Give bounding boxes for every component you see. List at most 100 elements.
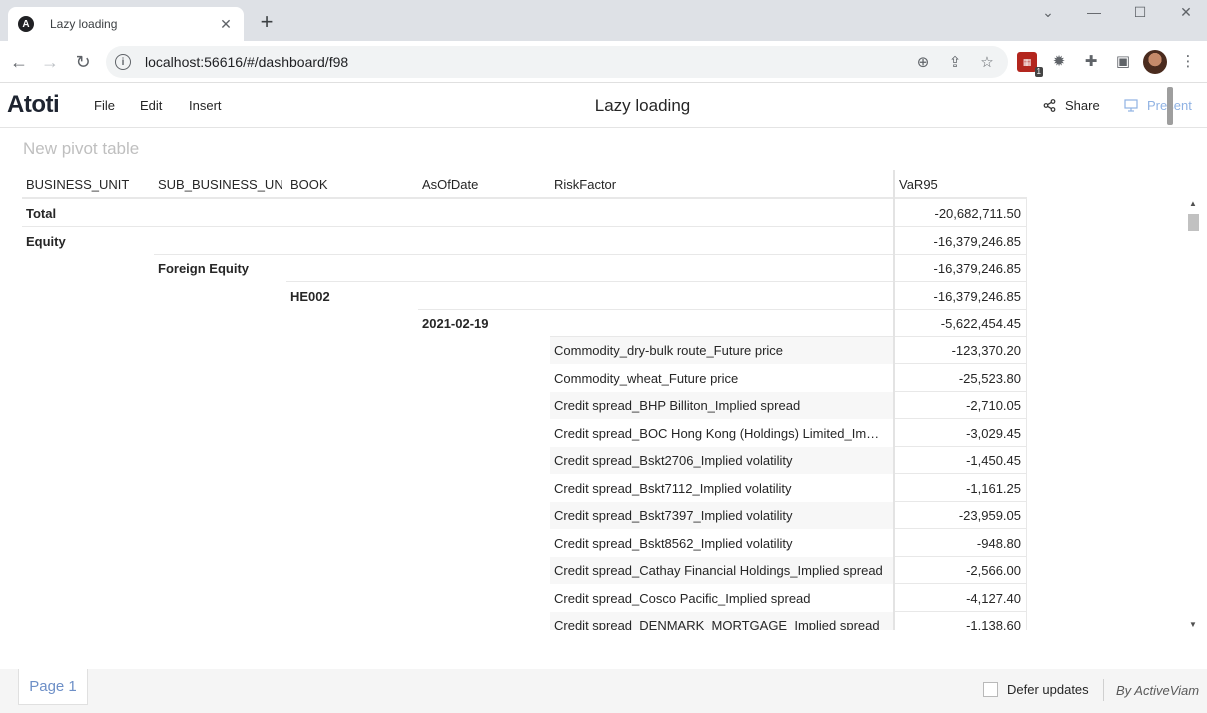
table-row[interactable]: HE002 -16,379,246.85	[22, 283, 1027, 310]
var95-value-cell[interactable]: -1,450.45	[895, 447, 1026, 474]
zoom-icon[interactable]: ⊕	[912, 53, 934, 71]
present-button[interactable]: Present	[1124, 98, 1192, 113]
column-header-riskfactor[interactable]: RiskFactor	[550, 170, 890, 199]
maximize-icon[interactable]: ☐	[1130, 4, 1150, 21]
scroll-down-arrow-icon[interactable]: ▼	[1189, 620, 1197, 629]
forward-arrow-icon[interactable]: →	[39, 51, 61, 73]
kebab-menu-icon[interactable]: ⋮	[1178, 52, 1198, 72]
scrollbar-thumb[interactable]	[1188, 214, 1199, 231]
tab-search-icon[interactable]: ⌄	[1038, 4, 1058, 21]
table-row[interactable]: Commodity_wheat_Future price -25,523.80	[22, 365, 1027, 392]
row-header-cell[interactable]: Credit spread_Cosco Pacific_Implied spre…	[550, 585, 890, 612]
table-row[interactable]: Credit spread_Cosco Pacific_Implied spre…	[22, 585, 1027, 612]
url-text[interactable]: localhost:56616/#/dashboard/f98	[145, 54, 912, 70]
row-header-cell[interactable]: HE002	[286, 283, 546, 310]
column-header-var95[interactable]: VaR95	[895, 170, 1025, 199]
row-header-cell[interactable]: Commodity_wheat_Future price	[550, 365, 890, 392]
table-row[interactable]: Credit spread_Bskt7397_Implied volatilit…	[22, 502, 1027, 529]
gear-extension-icon[interactable]: ✹	[1049, 52, 1069, 72]
value-divider	[895, 226, 1026, 227]
var95-value-cell[interactable]: -3,029.45	[895, 420, 1026, 447]
row-header-cell[interactable]: Credit spread_Bskt8562_Implied volatilit…	[550, 530, 890, 557]
close-tab-icon[interactable]: ✕	[218, 16, 234, 33]
defer-updates-checkbox[interactable]	[983, 682, 998, 697]
browser-tab[interactable]: A Lazy loading ✕	[8, 7, 244, 41]
table-row[interactable]: Credit spread_BHP Billiton_Implied sprea…	[22, 392, 1027, 419]
table-row[interactable]: Credit spread_Bskt7112_Implied volatilit…	[22, 475, 1027, 502]
table-row[interactable]: Credit spread_Bskt2706_Implied volatilit…	[22, 447, 1027, 474]
extension-icon[interactable]: ▦ 1	[1017, 52, 1043, 77]
var95-value-cell[interactable]: -1,138.60	[895, 612, 1026, 630]
var95-value-cell[interactable]: -16,379,246.85	[895, 255, 1026, 282]
var95-value-cell[interactable]: -16,379,246.85	[895, 283, 1026, 310]
var95-value-cell[interactable]: -20,682,711.50	[895, 200, 1026, 227]
var95-value-cell[interactable]: -5,622,454.45	[895, 310, 1026, 337]
pivot-table: BUSINESS_UNIT SUB_BUSINESS_UNIT BOOK AsO…	[22, 170, 1027, 630]
var95-value-cell[interactable]: -123,370.20	[895, 337, 1026, 364]
var95-value-cell[interactable]: -948.80	[895, 530, 1026, 557]
table-row[interactable]: Credit spread_DENMARK_MORTGAGE_Implied s…	[22, 612, 1027, 630]
table-row[interactable]: Credit spread_Bskt8562_Implied volatilit…	[22, 530, 1027, 557]
scroll-up-arrow-icon[interactable]: ▲	[1189, 199, 1197, 208]
site-info-icon[interactable]: i	[115, 54, 131, 70]
var95-value-cell[interactable]: -2,710.05	[895, 392, 1026, 419]
page-tab-1[interactable]: Page 1	[18, 669, 88, 705]
back-arrow-icon[interactable]: ←	[8, 51, 30, 73]
dashboard-footer: Page 1 Defer updates By ActiveViam	[0, 669, 1207, 713]
row-header-cell[interactable]: Credit spread_Bskt7397_Implied volatilit…	[550, 502, 890, 529]
var95-value-cell[interactable]: -25,523.80	[895, 365, 1026, 392]
close-window-icon[interactable]: ✕	[1176, 4, 1196, 21]
var95-value-cell[interactable]: -1,161.25	[895, 475, 1026, 502]
row-header-cell[interactable]: Commodity_dry-bulk route_Future price	[550, 337, 890, 364]
value-divider	[895, 418, 1026, 419]
new-tab-icon[interactable]: +	[256, 11, 278, 33]
profile-avatar[interactable]	[1143, 50, 1167, 74]
row-header-cell[interactable]: Credit spread_BHP Billiton_Implied sprea…	[550, 392, 890, 419]
puzzle-extensions-icon[interactable]: ✚	[1081, 52, 1101, 72]
minimize-icon[interactable]: —	[1084, 4, 1104, 20]
var95-value-cell[interactable]: -4,127.40	[895, 585, 1026, 612]
address-bar[interactable]: i localhost:56616/#/dashboard/f98 ⊕ ⇪ ☆	[106, 46, 1008, 78]
row-header-cell[interactable]: Credit spread_Bskt7112_Implied volatilit…	[550, 475, 890, 502]
table-row[interactable]: Total -20,682,711.50	[22, 200, 1027, 227]
row-header-cell[interactable]: Equity	[22, 228, 282, 255]
share-page-icon[interactable]: ⇪	[944, 53, 966, 71]
table-row[interactable]: 2021-02-19 -5,622,454.45	[22, 310, 1027, 337]
by-activeviam-label: By ActiveViam	[1116, 683, 1200, 698]
var95-value-cell[interactable]: -16,379,246.85	[895, 228, 1026, 255]
side-panel-icon[interactable]: ▣	[1113, 52, 1133, 72]
column-header-business-unit[interactable]: BUSINESS_UNIT	[22, 170, 154, 199]
tab-title: Lazy loading	[50, 17, 118, 31]
share-button[interactable]: Share	[1043, 98, 1100, 113]
var95-value-cell[interactable]: -23,959.05	[895, 502, 1026, 529]
footer-divider	[1103, 679, 1104, 701]
column-header-sub-business-unit[interactable]: SUB_BUSINESS_UNIT	[154, 170, 282, 199]
row-header-cell[interactable]: Foreign Equity	[154, 255, 414, 282]
table-vertical-scrollbar[interactable]: ▲ ▼	[1186, 199, 1201, 629]
row-header-cell[interactable]: Credit spread_Cathay Financial Holdings_…	[550, 557, 890, 584]
table-row[interactable]: Foreign Equity -16,379,246.85	[22, 255, 1027, 282]
reload-icon[interactable]: ↻	[72, 51, 94, 73]
dashboard-title[interactable]: Lazy loading	[0, 96, 1207, 116]
monitor-icon	[1124, 99, 1138, 112]
bookmark-star-icon[interactable]: ☆	[976, 53, 998, 71]
table-row[interactable]: Commodity_dry-bulk route_Future price -12…	[22, 337, 1027, 364]
row-header-cell[interactable]: Total	[22, 200, 282, 227]
share-label: Share	[1065, 98, 1100, 113]
table-row[interactable]: Credit spread_Cathay Financial Holdings_…	[22, 557, 1027, 584]
widget-title[interactable]: New pivot table	[23, 139, 139, 159]
row-header-cell[interactable]: Credit spread_DENMARK_MORTGAGE_Implied s…	[550, 612, 890, 630]
header-scrollbar[interactable]	[1167, 87, 1173, 125]
row-header-cell[interactable]: Credit spread_Bskt2706_Implied volatilit…	[550, 447, 890, 474]
table-row[interactable]: Credit spread_BOC Hong Kong (Holdings) L…	[22, 420, 1027, 447]
value-divider	[895, 281, 1026, 282]
column-header-book[interactable]: BOOK	[286, 170, 418, 199]
column-header-asofdate[interactable]: AsOfDate	[418, 170, 550, 199]
var95-value-cell[interactable]: -2,566.00	[895, 557, 1026, 584]
defer-updates-toggle[interactable]: Defer updates	[983, 682, 1089, 697]
value-divider	[895, 363, 1026, 364]
table-row[interactable]: Equity -16,379,246.85	[22, 228, 1027, 255]
defer-updates-label: Defer updates	[1007, 682, 1089, 697]
row-header-cell[interactable]: 2021-02-19	[418, 310, 678, 337]
row-header-cell[interactable]: Credit spread_BOC Hong Kong (Holdings) L…	[550, 420, 890, 447]
